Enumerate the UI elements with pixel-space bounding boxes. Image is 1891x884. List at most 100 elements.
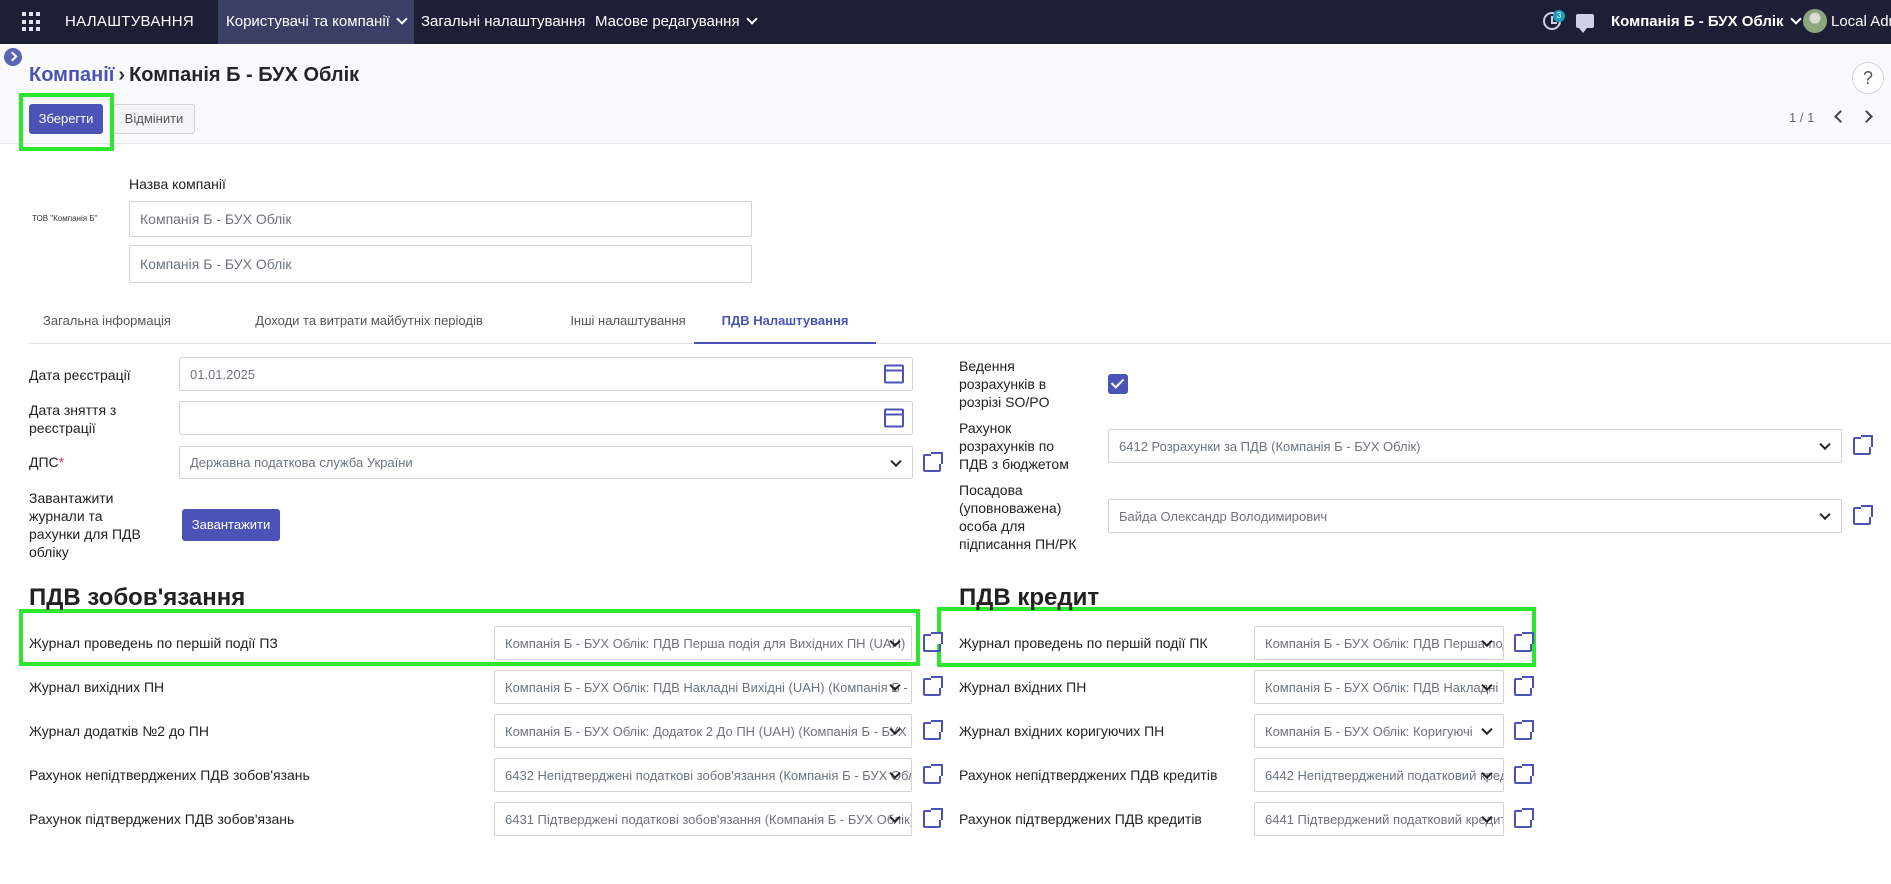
external-link-icon[interactable]	[1514, 808, 1534, 828]
menu-general-settings[interactable]: Загальні налаштування	[413, 0, 593, 44]
liability-row-label: Журнал проведень по першій події ПЗ	[29, 635, 278, 651]
highlight-save	[19, 93, 114, 151]
chevron-down-icon	[745, 13, 758, 25]
registration-date-value: 01.01.2025	[190, 366, 256, 382]
credit-row-value: Компанія Б - БУХ Облік: ПДВ Накладні	[1265, 679, 1499, 695]
credit-row-value: 6441 Підтверджений податковий кредит	[1265, 811, 1504, 827]
menu-mass-edit[interactable]: Масове редагування	[587, 0, 764, 44]
menu-label: Користувачі та компанії	[226, 13, 390, 30]
apps-menu-icon[interactable]	[22, 12, 42, 32]
company-logo[interactable]: ТОВ "Компанія Б"	[32, 214, 97, 223]
chevron-down-icon	[396, 13, 408, 25]
external-link-icon[interactable]	[1853, 505, 1873, 525]
company-name-label: Назва компанії	[129, 176, 226, 192]
tab-general-info[interactable]: Загальна інформація	[29, 306, 185, 344]
load-button[interactable]: Завантажити	[182, 509, 280, 541]
breadcrumb: Компанії › Компанія Б - БУХ Облік	[29, 64, 359, 87]
signer-value: Байда Олександр Володимирович	[1119, 508, 1328, 524]
liability-row-value: 6431 Підтверджені податкові зобов'язання…	[505, 811, 912, 827]
pager-value[interactable]: 1 / 1	[1789, 110, 1814, 125]
company-name-input[interactable]: Компанія Б - БУХ Облік	[129, 201, 752, 237]
credit-row-label: Журнал проведень по першій події ПК	[959, 635, 1208, 651]
credit-row-select[interactable]: 6442 Непідтверджений податковий кредит	[1254, 758, 1504, 792]
chevron-down-icon	[1819, 438, 1831, 451]
help-button[interactable]: ?	[1852, 62, 1884, 94]
external-link-icon[interactable]	[923, 720, 943, 740]
app-brand[interactable]: НАЛАШТУВАННЯ	[65, 13, 194, 30]
liability-row-label: Рахунок непідтверджених ПДВ зобов'язань	[29, 767, 310, 783]
credit-row-select[interactable]: 6441 Підтверджений податковий кредит	[1254, 802, 1504, 836]
company-switcher-label: Компанія Б - БУХ Облік	[1611, 13, 1784, 30]
dps-value: Державна податкова служба України	[190, 455, 413, 470]
top-navbar: НАЛАШТУВАННЯ Користувачі та компанії Заг…	[0, 0, 1891, 44]
calendar-icon[interactable]	[884, 364, 904, 384]
external-link-icon[interactable]	[923, 808, 943, 828]
breadcrumb-current: Компанія Б - БУХ Облік	[129, 64, 360, 86]
chevron-down-icon	[890, 455, 902, 467]
registration-date-field[interactable]: 01.01.2025	[179, 357, 913, 391]
required-marker: *	[58, 454, 65, 470]
external-link-icon[interactable]	[923, 452, 943, 472]
liability-row-select[interactable]: Компанія Б - БУХ Облік: ПДВ Накладні Вих…	[494, 670, 912, 704]
discard-button[interactable]: Відмінити	[113, 104, 195, 134]
credit-row-label: Журнал вхідних ПН	[959, 679, 1087, 695]
credit-row-select[interactable]: Компанія Б - БУХ Облік: ПДВ Накладні	[1254, 670, 1504, 704]
menu-users-companies[interactable]: Користувачі та компанії	[218, 0, 414, 44]
user-avatar[interactable]	[1803, 9, 1827, 33]
tab-other-settings[interactable]: Інші налаштування	[537, 306, 719, 344]
external-link-icon[interactable]	[923, 632, 943, 652]
calendar-icon[interactable]	[884, 408, 904, 428]
liability-row-value: 6432 Непідтверджені податкові зобов'язан…	[505, 767, 912, 783]
external-link-icon[interactable]	[923, 676, 943, 696]
deregistration-date-label: Дата зняття з реєстрації	[29, 402, 117, 436]
budget-account-value: 6412 Розрахунки за ПДВ (Компанія Б - БУХ…	[1119, 438, 1421, 454]
liability-row-select[interactable]: Компанія Б - БУХ Облік: Додаток 2 До ПН …	[494, 714, 912, 748]
external-link-icon[interactable]	[1514, 676, 1534, 696]
credit-row-label: Рахунок підтверджених ПДВ кредитів	[959, 811, 1202, 827]
liabilities-section-title: ПДВ зобов'язання	[29, 584, 246, 611]
chevron-down-icon	[1789, 13, 1802, 25]
credit-row-value: Компанія Б - БУХ Облік: ПДВ Перша подія	[1265, 635, 1504, 651]
so-po-label: Ведення розрахунків в розрізі SO/PO	[959, 358, 1050, 410]
credit-row-value: Компанія Б - БУХ Облік: Коригуючі	[1265, 723, 1473, 739]
signer-select[interactable]: Байда Олександр Володимирович	[1108, 499, 1842, 533]
messages-icon[interactable]	[1576, 14, 1594, 33]
dps-select[interactable]: Державна податкова служба України	[179, 446, 913, 479]
breadcrumb-separator-icon: ›	[118, 64, 126, 86]
credit-section-title: ПДВ кредит	[959, 584, 1100, 611]
dps-label: ДПС*	[29, 453, 64, 471]
liability-row-label: Журнал додатків №2 до ПН	[29, 723, 209, 739]
breadcrumb-parent[interactable]: Компанії	[29, 64, 114, 86]
notebook-tabs: Загальна інформація Доходи та витрати ма…	[29, 306, 1891, 344]
credit-row-label: Журнал вхідних коригуючих ПН	[959, 723, 1165, 739]
menu-label: Масове редагування	[595, 13, 740, 30]
registration-date-label: Дата реєстрації	[29, 367, 131, 383]
tab-vat-settings[interactable]: ПДВ Налаштування	[694, 306, 876, 344]
user-menu[interactable]: Local Admin	[1831, 13, 1891, 30]
liability-row-value: Компанія Б - БУХ Облік: Додаток 2 До ПН …	[505, 723, 912, 739]
external-link-icon[interactable]	[1853, 435, 1873, 455]
liability-row-select[interactable]: 6432 Непідтверджені податкові зобов'язан…	[494, 758, 912, 792]
liability-row-select[interactable]: Компанія Б - БУХ Облік: ПДВ Перша подія …	[494, 626, 912, 660]
deregistration-date-field[interactable]	[179, 401, 913, 435]
activity-count-badge: 3	[1553, 10, 1565, 22]
budget-account-label: Рахунок розрахунків по ПДВ з бюджетом	[959, 420, 1069, 472]
external-link-icon[interactable]	[923, 764, 943, 784]
credit-row-label: Рахунок непідтверджених ПДВ кредитів	[959, 767, 1218, 783]
budget-account-select[interactable]: 6412 Розрахунки за ПДВ (Компанія Б - БУХ…	[1108, 429, 1842, 463]
liability-row-value: Компанія Б - БУХ Облік: ПДВ Накладні Вих…	[505, 679, 911, 695]
company-name-2-input[interactable]: Компанія Б - БУХ Облік	[129, 245, 752, 283]
company-switcher[interactable]: Компанія Б - БУХ Облік	[1611, 13, 1802, 30]
external-link-icon[interactable]	[1514, 764, 1534, 784]
chevron-down-icon	[1819, 508, 1831, 521]
external-link-icon[interactable]	[1514, 632, 1534, 652]
liability-row-select[interactable]: 6431 Підтверджені податкові зобов'язання…	[494, 802, 912, 836]
sidebar-toggle-icon[interactable]	[4, 48, 22, 66]
external-link-icon[interactable]	[1514, 720, 1534, 740]
credit-row-select[interactable]: Компанія Б - БУХ Облік: ПДВ Перша подія	[1254, 626, 1504, 660]
credit-row-select[interactable]: Компанія Б - БУХ Облік: Коригуючі	[1254, 714, 1504, 748]
so-po-checkbox[interactable]	[1108, 374, 1128, 394]
control-panel	[0, 44, 1891, 144]
liability-row-label: Журнал вихідних ПН	[29, 679, 165, 695]
tab-future-periods[interactable]: Доходи та витрати майбутніх періодів	[219, 306, 519, 344]
